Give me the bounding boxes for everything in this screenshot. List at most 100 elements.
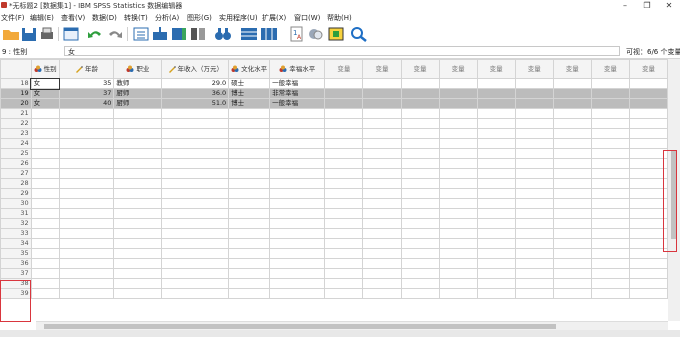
grid-cell[interactable] [400,158,440,169]
grid-cell[interactable] [113,278,163,289]
grid-cell[interactable] [30,148,60,159]
grid-cell[interactable] [514,88,554,99]
grid-cell[interactable] [113,138,163,149]
grid-cell[interactable]: 29.0 [161,78,230,89]
row-number[interactable]: 22 [0,118,32,129]
open-folder-icon[interactable] [2,26,20,42]
menu-extensions[interactable]: 扩展(X) [262,13,286,23]
grid-cell[interactable] [552,218,592,229]
grid-cell[interactable] [552,238,592,249]
grid-cell[interactable] [400,98,440,109]
grid-cell[interactable] [324,148,364,159]
grid-cell[interactable] [590,248,630,259]
grid-cell[interactable] [113,228,163,239]
grid-cell[interactable] [628,258,668,269]
row-number[interactable]: 25 [0,148,32,159]
grid-cell[interactable] [228,188,271,199]
grid-cell[interactable] [590,98,630,109]
grid-cell[interactable] [228,218,271,229]
grid-cell[interactable] [438,78,478,89]
grid-cell[interactable] [324,178,364,189]
grid-cell[interactable] [438,178,478,189]
grid-cell[interactable] [476,88,516,99]
grid-cell[interactable] [161,198,230,209]
grid-cell[interactable] [476,138,516,149]
grid-cell[interactable] [590,88,630,99]
grid-cell[interactable] [58,168,115,179]
grid-cell[interactable] [362,128,402,139]
grid-cell[interactable] [58,228,115,239]
grid-cell[interactable] [476,118,516,129]
grid-cell[interactable] [362,88,402,99]
grid-cell[interactable] [552,118,592,129]
grid-cell[interactable] [628,278,668,289]
grid-cell[interactable] [161,268,230,279]
grid-cell[interactable] [324,238,364,249]
grid-cell[interactable] [476,258,516,269]
menu-analyze[interactable]: 分析(A) [155,13,179,23]
grid-cell[interactable]: 40 [58,98,115,109]
menu-edit[interactable]: 编辑(E) [30,13,54,23]
grid-cell[interactable] [628,198,668,209]
redo-icon[interactable] [106,26,124,42]
grid-cell[interactable] [628,288,668,299]
grid-cell[interactable] [514,148,554,159]
grid-cell[interactable]: 女 [30,88,60,99]
grid-cell[interactable] [269,208,326,219]
grid-cell[interactable] [590,178,630,189]
grid-cell[interactable] [552,228,592,239]
grid-cell[interactable] [113,218,163,229]
grid-cell[interactable]: 硕士 [228,78,271,89]
grid-cell[interactable] [552,288,592,299]
grid-cell[interactable] [476,128,516,139]
grid-cell[interactable] [269,288,326,299]
grid-cell[interactable] [228,118,271,129]
grid-cell[interactable] [362,238,402,249]
grid-cell[interactable] [438,268,478,279]
grid-cell[interactable] [324,128,364,139]
grid-cell[interactable] [590,168,630,179]
grid-cell[interactable] [400,78,440,89]
grid-cell[interactable] [400,198,440,209]
grid-cell[interactable]: 博士 [228,98,271,109]
grid-cell[interactable] [514,258,554,269]
grid-cell[interactable] [269,228,326,239]
grid-cell[interactable] [628,118,668,129]
grid-cell[interactable] [58,178,115,189]
grid-cell[interactable] [228,268,271,279]
grid-cell[interactable] [628,138,668,149]
grid-cell[interactable] [362,288,402,299]
grid-cell[interactable] [628,238,668,249]
grid-cell[interactable] [324,208,364,219]
row-number[interactable]: 31 [0,208,32,219]
grid-cell[interactable] [113,208,163,219]
grid-cell[interactable] [438,118,478,129]
grid-cell[interactable] [476,238,516,249]
row-number[interactable]: 36 [0,258,32,269]
insert-cases-icon[interactable] [240,26,258,42]
grid-cell[interactable] [228,238,271,249]
column-header[interactable]: 文化水平 [228,59,271,79]
grid-cell[interactable] [161,258,230,269]
grid-cell[interactable]: 一般幸福 [269,78,326,89]
grid-cell[interactable] [269,128,326,139]
column-header[interactable]: 变量 [438,59,478,79]
grid-cell[interactable] [400,178,440,189]
grid-cell[interactable] [30,108,60,119]
grid-cell[interactable] [269,148,326,159]
grid-cell[interactable] [552,168,592,179]
grid-cell[interactable] [269,238,326,249]
row-number[interactable]: 20 [0,98,32,109]
grid-cell[interactable] [113,188,163,199]
grid-cell[interactable] [269,278,326,289]
grid-cell[interactable] [161,248,230,259]
grid-cell[interactable] [30,128,60,139]
grid-cell[interactable] [30,208,60,219]
grid-cell[interactable] [113,288,163,299]
grid-cell[interactable] [514,218,554,229]
grid-cell[interactable] [58,278,115,289]
grid-cell[interactable] [628,178,668,189]
grid-cell[interactable] [628,158,668,169]
row-number[interactable]: 26 [0,158,32,169]
grid-cell[interactable] [30,188,60,199]
